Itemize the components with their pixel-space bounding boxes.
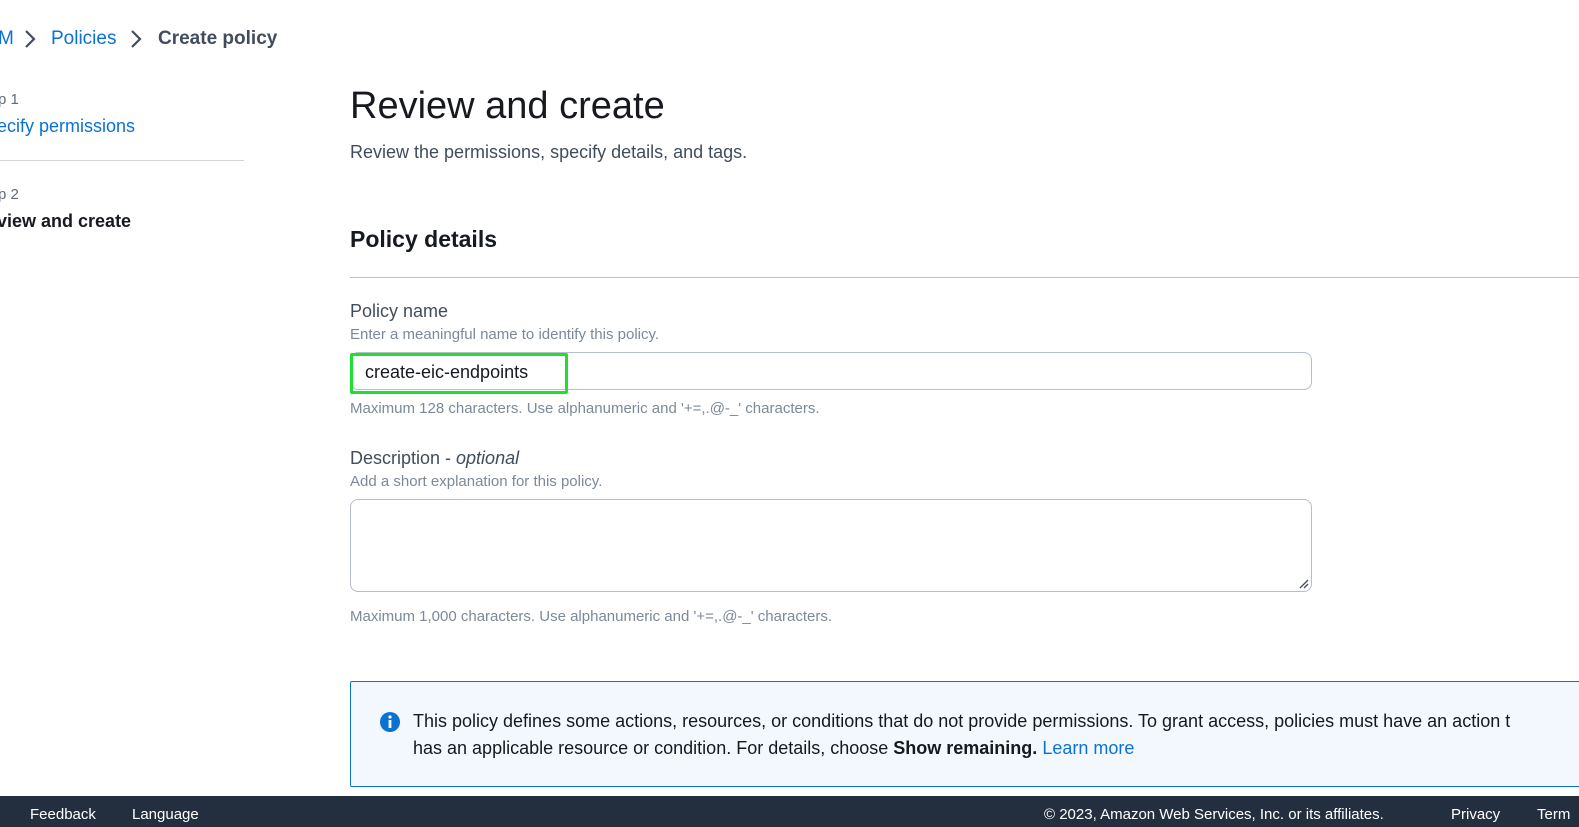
page-title: Review and create bbox=[350, 85, 665, 127]
description-label: Description - optional bbox=[350, 448, 519, 469]
step-1-link[interactable]: ecify permissions bbox=[0, 116, 135, 137]
info-alert-line2: has an applicable resource or condition.… bbox=[413, 735, 1510, 762]
policy-name-hint: Enter a meaningful name to identify this… bbox=[350, 326, 660, 343]
page-subtitle: Review the permissions, specify details,… bbox=[350, 142, 748, 162]
section-divider bbox=[350, 277, 1579, 278]
description-optional-text: optional bbox=[456, 448, 520, 468]
footer-terms-link[interactable]: Term bbox=[1537, 806, 1570, 823]
steps-divider bbox=[0, 160, 244, 161]
description-textarea[interactable] bbox=[350, 499, 1312, 592]
footer-feedback-link[interactable]: Feedback bbox=[30, 806, 96, 823]
footer: Feedback Language © 2023, Amazon Web Ser… bbox=[0, 796, 1579, 827]
description-label-text: Description - bbox=[350, 448, 457, 468]
learn-more-link[interactable]: Learn more bbox=[1042, 738, 1134, 758]
info-alert-text: This policy defines some actions, resour… bbox=[413, 708, 1510, 762]
breadcrumb-current: Create policy bbox=[158, 28, 278, 49]
info-alert-line1: This policy defines some actions, resour… bbox=[413, 711, 1511, 731]
footer-language-link[interactable]: Language bbox=[132, 806, 199, 823]
info-alert-show-remaining: Show remaining. bbox=[893, 738, 1038, 758]
breadcrumb-root-link[interactable]: M bbox=[0, 28, 14, 50]
resize-grip-icon[interactable] bbox=[1297, 577, 1309, 589]
footer-privacy-link[interactable]: Privacy bbox=[1451, 806, 1500, 823]
info-alert-line2-prefix: has an applicable resource or condition.… bbox=[413, 738, 894, 758]
step-2-label: p 2 bbox=[0, 186, 19, 203]
policy-name-label: Policy name bbox=[350, 301, 449, 321]
input-highlight-box bbox=[350, 353, 568, 394]
description-hint: Add a short explanation for this policy. bbox=[350, 473, 603, 490]
info-alert: This policy defines some actions, resour… bbox=[350, 681, 1579, 787]
step-1-label: p 1 bbox=[0, 91, 19, 108]
info-icon bbox=[380, 712, 400, 732]
chevron-right-icon bbox=[25, 30, 36, 48]
footer-copyright: © 2023, Amazon Web Services, Inc. or its… bbox=[1044, 806, 1384, 823]
policy-name-constraint: Maximum 128 characters. Use alphanumeric… bbox=[350, 400, 820, 417]
breadcrumb-policies-link[interactable]: Policies bbox=[51, 28, 116, 50]
description-constraint: Maximum 1,000 characters. Use alphanumer… bbox=[350, 608, 832, 625]
section-title: Policy details bbox=[350, 226, 498, 252]
chevron-right-icon bbox=[131, 30, 142, 48]
step-2-current: view and create bbox=[0, 211, 132, 231]
